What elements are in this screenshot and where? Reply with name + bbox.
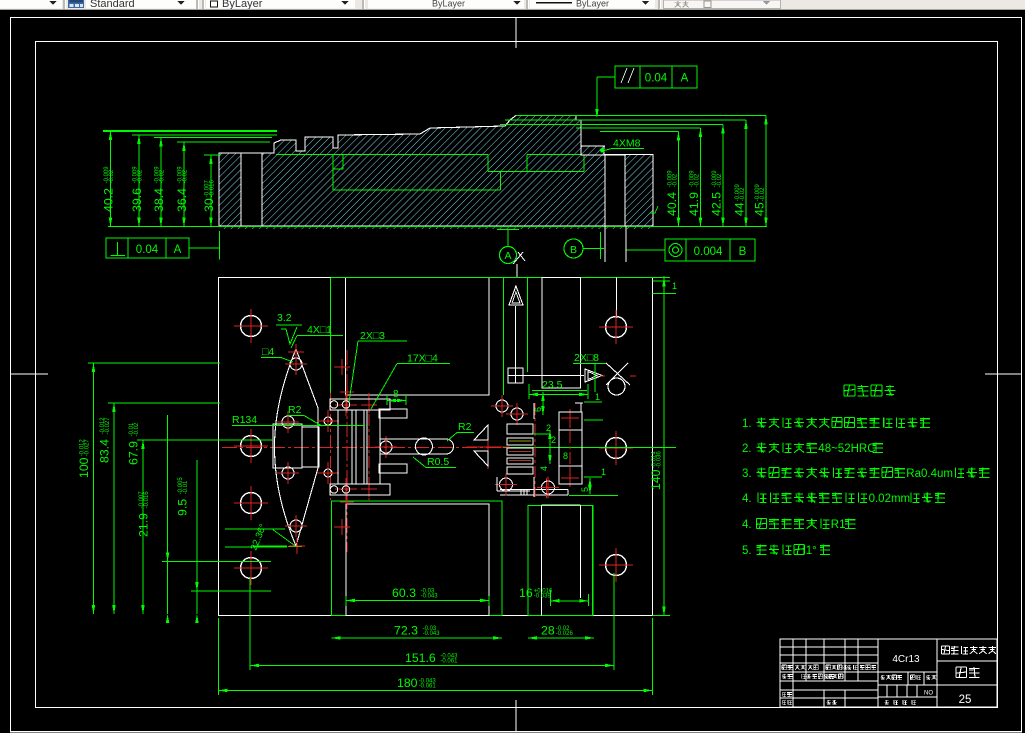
svg-text:-0.016: -0.016 (209, 180, 215, 198)
svg-text:-0.02: -0.02 (137, 169, 143, 183)
svg-text:-0.02: -0.02 (740, 187, 746, 201)
svg-text:-0.02: -0.02 (694, 173, 700, 187)
svg-text:72.3: 72.3 (394, 624, 418, 638)
svg-text:180: 180 (397, 676, 418, 690)
svg-text:17X□4: 17X□4 (407, 353, 438, 365)
svg-text:40.2: 40.2 (102, 188, 116, 212)
svg-text:0.04: 0.04 (136, 244, 159, 256)
svg-text:-0.061: -0.061 (419, 683, 437, 689)
svg-text:-0.02: -0.02 (182, 169, 188, 183)
svg-text:5: 5 (580, 487, 590, 492)
svg-text:ByLayer: ByLayer (222, 0, 263, 10)
svg-text:48~52HRC: 48~52HRC (818, 443, 875, 455)
svg-text:4X□1: 4X□1 (307, 324, 332, 336)
svg-text:-0.043: -0.043 (421, 593, 439, 599)
svg-text:A: A (681, 73, 689, 85)
svg-text:83.4: 83.4 (98, 439, 112, 463)
svg-text:4: 4 (539, 466, 549, 471)
svg-text:2X□8: 2X□8 (574, 352, 599, 364)
svg-text:R2: R2 (288, 404, 302, 416)
svg-text:-0.02: -0.02 (760, 187, 766, 201)
svg-text:2X□3: 2X□3 (360, 330, 385, 342)
svg-text:R1: R1 (831, 519, 846, 531)
svg-text:1: 1 (601, 467, 606, 477)
svg-text:4.: 4. (742, 519, 752, 531)
svg-text:B: B (570, 244, 577, 256)
svg-text:23.5: 23.5 (542, 379, 563, 391)
svg-text:B: B (739, 246, 747, 258)
svg-text:-0.02: -0.02 (717, 173, 723, 187)
svg-text:R2: R2 (458, 421, 472, 433)
svg-text:-0.02: -0.02 (159, 169, 165, 183)
svg-text:1°: 1° (806, 545, 817, 557)
svg-text:0.04: 0.04 (645, 73, 668, 85)
svg-text:39.6: 39.6 (130, 188, 144, 212)
svg-text:30: 30 (202, 198, 216, 212)
svg-text:2.: 2. (742, 443, 752, 455)
svg-text:-0.039: -0.039 (534, 593, 552, 599)
svg-text:4Cr13: 4Cr13 (892, 654, 920, 665)
svg-text:1: 1 (595, 392, 600, 402)
svg-text:9.5: 9.5 (176, 499, 190, 516)
svg-text:45: 45 (753, 202, 767, 216)
svg-text:-0.043: -0.043 (423, 631, 441, 637)
svg-text:16: 16 (519, 586, 533, 600)
svg-text:A: A (504, 250, 511, 262)
svg-text:R134: R134 (232, 414, 257, 426)
svg-text:0.02mm: 0.02mm (869, 493, 911, 505)
svg-text:28: 28 (541, 624, 555, 638)
svg-text:4.: 4. (742, 493, 752, 505)
svg-text:8: 8 (393, 389, 399, 400)
svg-text:42.5: 42.5 (710, 192, 724, 216)
svg-text:44: 44 (733, 202, 747, 216)
svg-text:-0.036: -0.036 (656, 451, 662, 469)
svg-text:100: 100 (77, 457, 91, 478)
svg-text:-0.02: -0.02 (672, 173, 678, 187)
svg-text:ByLayer: ByLayer (432, 0, 465, 9)
svg-text:38.4: 38.4 (152, 188, 166, 212)
svg-text:40.4: 40.4 (665, 192, 679, 216)
svg-text:4XM8: 4XM8 (613, 138, 641, 150)
svg-text:3.2: 3.2 (277, 312, 292, 324)
svg-text:-0.02: -0.02 (134, 422, 140, 436)
svg-text:3.: 3. (742, 468, 752, 480)
svg-text:67.9: 67.9 (127, 441, 141, 465)
svg-text:21.9: 21.9 (137, 513, 151, 537)
svg-text:151.6: 151.6 (405, 651, 436, 665)
svg-text:-0.02: -0.02 (109, 169, 115, 183)
svg-text:5.: 5. (742, 545, 752, 557)
svg-text:R0.5: R0.5 (427, 456, 449, 468)
svg-text:NO: NO (924, 691, 933, 697)
svg-text:A: A (174, 244, 182, 256)
svg-text:□4: □4 (262, 346, 274, 358)
svg-text:-0.061: -0.061 (440, 658, 458, 664)
svg-text:-0.01: -0.01 (183, 480, 189, 494)
svg-text:1.: 1. (742, 418, 752, 430)
svg-text:60.3: 60.3 (392, 586, 416, 600)
svg-text:1: 1 (672, 281, 677, 291)
svg-text:-0.027: -0.027 (105, 417, 111, 435)
svg-text:25: 25 (959, 694, 972, 706)
svg-text:-0.026: -0.026 (556, 631, 574, 637)
svg-text:ByLayer: ByLayer (576, 0, 609, 9)
svg-text:-0.027: -0.027 (84, 439, 90, 457)
svg-text:Standard: Standard (90, 0, 135, 10)
svg-text:2: 2 (551, 435, 556, 445)
svg-text:-0.016: -0.016 (144, 491, 150, 509)
svg-text:36.4: 36.4 (175, 188, 189, 212)
svg-text:8: 8 (563, 451, 568, 461)
svg-text:140: 140 (649, 469, 663, 490)
svg-text:41.9: 41.9 (687, 192, 701, 216)
svg-text:0.004: 0.004 (694, 246, 723, 258)
svg-text:6: 6 (533, 407, 543, 412)
svg-text:Ra0.4um: Ra0.4um (906, 468, 953, 480)
